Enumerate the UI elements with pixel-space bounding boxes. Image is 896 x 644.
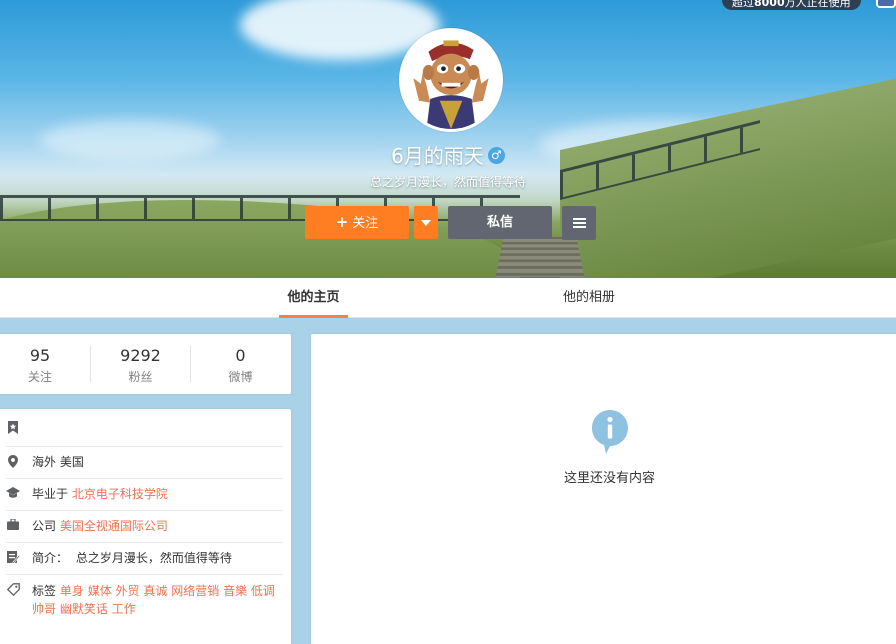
stat-value: 95 [29, 346, 51, 365]
level-row [6, 413, 283, 447]
avatar-image [402, 31, 500, 129]
stat-followers[interactable]: 9292 粉丝 [90, 346, 190, 384]
company-prefix: 公司 [32, 519, 57, 533]
graduation-cap-icon [6, 487, 20, 501]
tag-link[interactable]: 单身 [60, 584, 84, 598]
bookmark-star-icon [6, 421, 20, 435]
caret-down-icon [421, 219, 431, 226]
plus-icon: + [335, 213, 349, 231]
tags-prefix: 标签 [32, 584, 57, 598]
tag-link[interactable]: 幽默笑话 [60, 602, 108, 616]
location-text: 海外 美国 [32, 455, 84, 469]
profile-cover: 超过8000万人正在使用 6月的雨天 ♂ 总之岁月漫长，然而值得等待 + 关注 … [0, 0, 896, 278]
main-feed-panel: 这里还没有内容 [311, 334, 896, 644]
profile-tab-bar: 他的主页 他的相册 [0, 278, 896, 318]
stat-posts[interactable]: 0 微博 [190, 346, 290, 384]
school-link[interactable]: 北京电子科技学院 [72, 487, 168, 501]
banner-count: 8000 [754, 0, 785, 9]
tag-link[interactable]: 工作 [112, 602, 136, 616]
more-menu-button[interactable] [562, 206, 596, 240]
stat-value: 0 [235, 346, 246, 365]
tag-link[interactable]: 低调 [251, 584, 275, 598]
banner-prefix: 超过 [732, 0, 754, 9]
profile-tagline: 总之岁月漫长，然而值得等待 [369, 175, 526, 189]
fence [0, 195, 520, 221]
tags-row: 标签 单身 媒体 外贸 真诚 网络营销 音樂 低调 帅哥 幽默笑话 工作 [6, 575, 283, 633]
avatar[interactable] [399, 28, 503, 132]
location-pin-icon [6, 455, 20, 469]
tab-home[interactable]: 他的主页 [279, 278, 348, 318]
stat-value: 9292 [120, 346, 161, 365]
tag-link[interactable]: 外贸 [116, 584, 140, 598]
corner-widget[interactable] [876, 0, 896, 8]
gender-male-icon: ♂ [487, 147, 505, 164]
follow-label: 关注 [352, 216, 379, 231]
school-prefix: 毕业于 [32, 487, 69, 501]
bio-prefix: 简介： [32, 551, 69, 565]
user-count-banner[interactable]: 超过8000万人正在使用 [722, 0, 861, 10]
profile-username: 6月的雨天 ♂ [0, 140, 896, 169]
tag-link[interactable]: 音樂 [223, 584, 247, 598]
empty-state-text: 这里还没有内容 [563, 471, 655, 486]
username-text: 6月的雨天 [391, 144, 484, 168]
company-row: 公司 美国全视通国际公司 [6, 511, 283, 543]
stat-following[interactable]: 95 关注 [0, 334, 90, 394]
bio-row: 简介： 总之岁月漫长，然而值得等待 [6, 543, 283, 575]
bio-content: 总之岁月漫长，然而值得等待 [75, 551, 232, 565]
tag-link[interactable]: 真诚 [143, 584, 167, 598]
stairs [495, 236, 585, 278]
stat-label: 微博 [228, 370, 253, 384]
briefcase-icon [6, 518, 20, 533]
tag-icon [6, 583, 20, 597]
tag-link[interactable]: 帅哥 [32, 602, 56, 616]
bio-text: 简介： 总之岁月漫长，然而值得等待 [32, 550, 232, 567]
company-link[interactable]: 美国全视通国际公司 [60, 519, 168, 533]
message-button[interactable]: 私信 [448, 206, 552, 239]
school-text: 毕业于 北京电子科技学院 [32, 486, 168, 503]
company-text: 公司 美国全视通国际公司 [32, 518, 168, 535]
location-row: 海外 美国 [6, 447, 283, 479]
info-icon [592, 410, 628, 454]
hamburger-icon [572, 217, 586, 228]
profile-info-card: 海外 美国 毕业于 北京电子科技学院 公司 美国全视通国际公司 简介： 总之岁月… [0, 409, 291, 644]
stats-card: 95 关注 9292 粉丝 0 微博 [0, 334, 291, 394]
banner-suffix: 万人正在使用 [784, 0, 851, 9]
stat-label: 关注 [27, 370, 52, 384]
tab-album[interactable]: 他的相册 [554, 278, 624, 318]
follow-dropdown-button[interactable] [414, 206, 438, 239]
tag-link[interactable]: 媒体 [88, 584, 112, 598]
stat-label: 粉丝 [128, 370, 153, 384]
follow-button[interactable]: + 关注 [305, 206, 409, 239]
edit-note-icon [6, 551, 20, 565]
tag-link[interactable]: 网络营销 [171, 584, 219, 598]
school-row: 毕业于 北京电子科技学院 [6, 479, 283, 511]
tags-text: 标签 单身 媒体 外贸 真诚 网络营销 音樂 低调 帅哥 幽默笑话 工作 [32, 582, 282, 618]
